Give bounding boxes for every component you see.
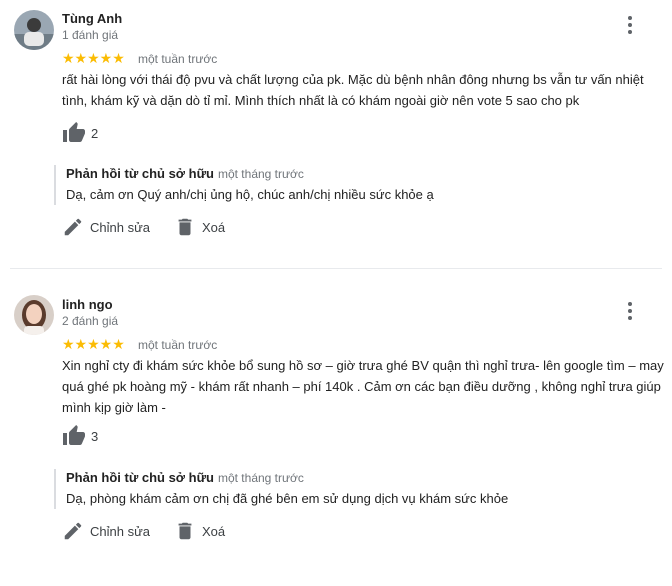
reply-text: Dạ, phòng khám cảm ơn chị đã ghé bên em … (66, 491, 509, 506)
like-button[interactable]: 3 (62, 424, 112, 448)
review-text-line: tình, khám kỹ và dặn dò tỉ mỉ. Mình thíc… (62, 93, 580, 108)
review-text-line: rất hài lòng với thái độ pvu và chất lượ… (62, 72, 644, 87)
review-count: 1 đánh giá (62, 28, 119, 42)
delete-label: Xoá (202, 220, 226, 235)
edit-button[interactable]: Chỉnh sửa (62, 520, 157, 544)
avatar[interactable] (14, 10, 54, 50)
review-text-line: mình kịp giờ làm - (62, 400, 166, 415)
delete-button[interactable]: Xoá (174, 520, 234, 544)
review-text-line: quá ghé pk hoàng mỹ - khám rất nhanh – p… (62, 379, 661, 394)
reviewer-name[interactable]: linh ngo (62, 297, 113, 312)
review-text-line: Xin nghỉ cty đi khám sức khỏe bổ sung hồ… (62, 358, 664, 373)
thumb-up-icon (63, 122, 85, 142)
thumb-up-icon (63, 425, 85, 445)
pencil-icon (64, 218, 82, 236)
review-time: một tuần trước (138, 52, 218, 66)
trash-icon (178, 218, 192, 236)
owner-reply: Phản hồi từ chủ sở hữu một tháng trước Dạ… (54, 165, 656, 205)
reply-title: Phản hồi từ chủ sở hữu (66, 470, 214, 485)
edit-label: Chỉnh sửa (90, 524, 151, 539)
edit-label: Chỉnh sửa (90, 220, 151, 235)
more-options-icon[interactable] (620, 14, 640, 38)
review-text: rất hài lòng với thái độ pvu và chất lượ… (62, 69, 667, 111)
pencil-icon (64, 522, 82, 540)
delete-button[interactable]: Xoá (174, 216, 234, 240)
reply-header: Phản hồi từ chủ sở hữu một tháng trước (66, 166, 304, 181)
star-rating: ★★★★★ (62, 336, 125, 352)
star-rating: ★★★★★ (62, 50, 125, 66)
more-options-icon[interactable] (620, 300, 640, 324)
review-time: một tuần trước (138, 338, 218, 352)
avatar[interactable] (14, 295, 54, 335)
reply-text: Dạ, cảm ơn Quý anh/chị ủng hộ, chúc anh/… (66, 187, 434, 202)
review-count: 2 đánh giá (62, 314, 119, 328)
like-button[interactable]: 2 (62, 121, 112, 145)
reply-time: một tháng trước (217, 471, 304, 485)
reply-time: một tháng trước (217, 167, 304, 181)
review-text: Xin nghỉ cty đi khám sức khỏe bổ sung hồ… (62, 355, 667, 418)
reply-header: Phản hồi từ chủ sở hữu một tháng trước (66, 470, 304, 485)
review-divider (10, 268, 662, 269)
reply-title: Phản hồi từ chủ sở hữu (66, 166, 214, 181)
like-count: 2 (91, 126, 99, 141)
trash-icon (178, 522, 192, 540)
owner-reply: Phản hồi từ chủ sở hữu một tháng trước Dạ… (54, 469, 656, 509)
reviewer-name[interactable]: Tùng Anh (62, 11, 122, 26)
like-count: 3 (91, 429, 99, 444)
edit-button[interactable]: Chỉnh sửa (62, 216, 157, 240)
delete-label: Xoá (202, 524, 226, 539)
